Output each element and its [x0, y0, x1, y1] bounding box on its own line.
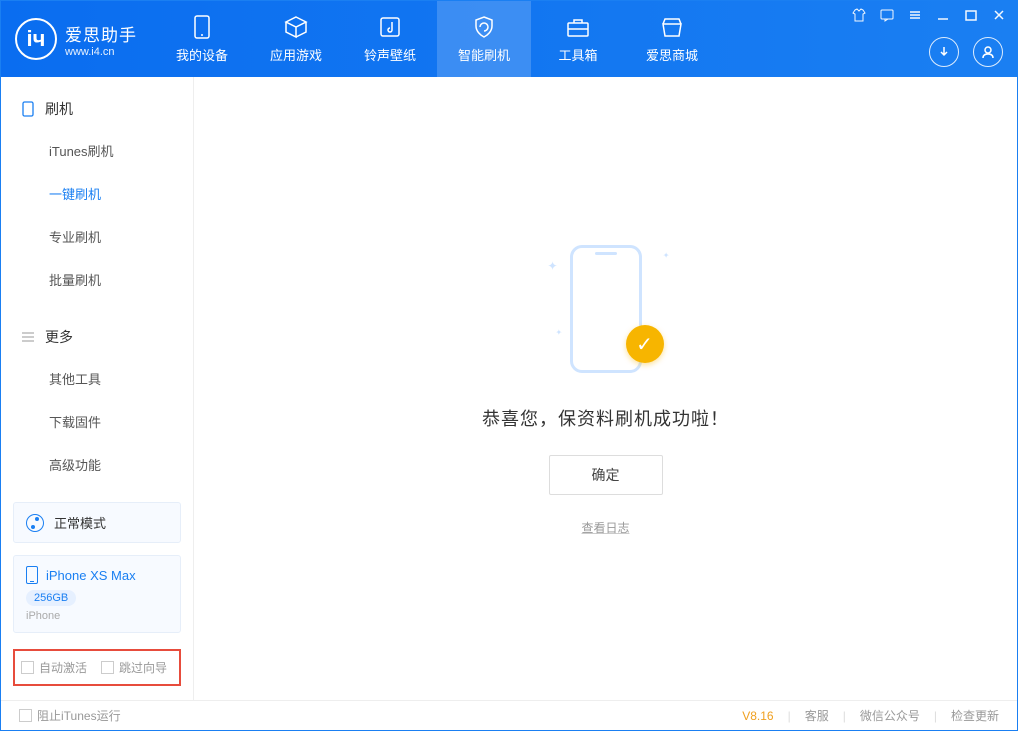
separator: |	[788, 709, 791, 723]
toolbox-icon	[566, 15, 590, 39]
sidebar-item-pro-flash[interactable]: 专业刷机	[1, 215, 193, 258]
phone-small-icon	[21, 102, 35, 116]
music-icon	[378, 15, 402, 39]
check-badge-icon: ✓	[626, 325, 664, 363]
store-icon	[660, 15, 684, 39]
nav-label: 爱思商城	[646, 45, 698, 64]
app-name: 爱思助手	[65, 21, 137, 46]
sidebar: 刷机 iTunes刷机 一键刷机 专业刷机 批量刷机 更多 其他工具 下载固件 …	[1, 77, 194, 700]
minimize-icon[interactable]	[935, 7, 951, 23]
download-button[interactable]	[929, 37, 959, 67]
checkbox-icon	[21, 661, 34, 674]
version-label: V8.16	[742, 709, 773, 723]
footer-link-service[interactable]: 客服	[805, 707, 829, 724]
checkbox-label: 跳过向导	[119, 659, 167, 676]
sidebar-item-download-fw[interactable]: 下载固件	[1, 400, 193, 443]
maximize-icon[interactable]	[963, 7, 979, 23]
device-card[interactable]: iPhone XS Max 256GB iPhone	[13, 555, 181, 633]
app-header: iч 爱思助手 www.i4.cn 我的设备 应用游戏 铃声壁纸 智能刷机 工具…	[1, 1, 1017, 77]
mode-icon	[26, 514, 44, 532]
mode-card[interactable]: 正常模式	[13, 502, 181, 543]
logo-icon: iч	[15, 18, 57, 60]
footer: 阻止iTunes运行 V8.16 | 客服 | 微信公众号 | 检查更新	[1, 700, 1017, 730]
sidebar-section-more: 更多 其他工具 下载固件 高级功能	[1, 305, 193, 490]
nav-store[interactable]: 爱思商城	[625, 1, 719, 77]
shirt-icon[interactable]	[851, 7, 867, 23]
sidebar-item-oneclick-flash[interactable]: 一键刷机	[1, 172, 193, 215]
footer-link-update[interactable]: 检查更新	[951, 707, 999, 724]
nav-tabs: 我的设备 应用游戏 铃声壁纸 智能刷机 工具箱 爱思商城	[155, 1, 719, 77]
sidebar-heading-more: 更多	[1, 321, 193, 357]
nav-my-device[interactable]: 我的设备	[155, 1, 249, 77]
skip-guide-checkbox[interactable]: 跳过向导	[101, 659, 167, 676]
sidebar-section-flash: 刷机 iTunes刷机 一键刷机 专业刷机 批量刷机	[1, 77, 193, 305]
nav-label: 智能刷机	[458, 45, 510, 64]
sidebar-item-itunes-flash[interactable]: iTunes刷机	[1, 129, 193, 172]
device-icon	[190, 15, 214, 39]
checkbox-label: 自动激活	[39, 659, 87, 676]
sidebar-item-advanced[interactable]: 高级功能	[1, 443, 193, 486]
nav-label: 应用游戏	[270, 45, 322, 64]
block-itunes-checkbox[interactable]: 阻止iTunes运行	[19, 707, 121, 724]
nav-apps[interactable]: 应用游戏	[249, 1, 343, 77]
highlighted-checkbox-row: 自动激活 跳过向导	[13, 649, 181, 686]
titlebar-controls	[851, 7, 1007, 23]
checkbox-icon	[101, 661, 114, 674]
footer-right: V8.16 | 客服 | 微信公众号 | 检查更新	[742, 707, 999, 724]
success-message: 恭喜您，保资料刷机成功啦！	[482, 405, 729, 431]
app-url: www.i4.cn	[65, 46, 137, 58]
nav-label: 工具箱	[558, 45, 597, 64]
sidebar-item-batch-flash[interactable]: 批量刷机	[1, 258, 193, 301]
nav-flash[interactable]: 智能刷机	[437, 1, 531, 77]
checkbox-icon	[19, 709, 32, 722]
separator: |	[934, 709, 937, 723]
logo-text: 爱思助手 www.i4.cn	[65, 21, 137, 58]
device-name: iPhone XS Max	[46, 568, 136, 583]
mode-label: 正常模式	[54, 513, 106, 532]
sparkle-icon: ✦	[663, 251, 670, 260]
list-icon	[21, 330, 35, 344]
separator: |	[843, 709, 846, 723]
feedback-icon[interactable]	[879, 7, 895, 23]
nav-label: 铃声壁纸	[364, 45, 416, 64]
checkbox-label: 阻止iTunes运行	[37, 707, 121, 724]
logo-area: iч 爱思助手 www.i4.cn	[1, 1, 155, 77]
sparkle-icon: ✦	[548, 259, 558, 273]
view-log-link[interactable]: 查看日志	[581, 519, 629, 536]
success-illustration: ✦ ✦ ✦ ✓	[546, 241, 666, 381]
app-body: 刷机 iTunes刷机 一键刷机 专业刷机 批量刷机 更多 其他工具 下载固件 …	[1, 77, 1017, 700]
device-storage: 256GB	[26, 590, 76, 606]
section-title: 更多	[45, 327, 73, 347]
header-right-buttons	[929, 37, 1003, 67]
auto-activate-checkbox[interactable]: 自动激活	[21, 659, 87, 676]
footer-link-wechat[interactable]: 微信公众号	[860, 707, 920, 724]
user-button[interactable]	[973, 37, 1003, 67]
sidebar-item-other-tools[interactable]: 其他工具	[1, 357, 193, 400]
cube-icon	[284, 15, 308, 39]
ok-button[interactable]: 确定	[549, 455, 663, 495]
device-type: iPhone	[26, 610, 168, 622]
nav-ringtones[interactable]: 铃声壁纸	[343, 1, 437, 77]
refresh-shield-icon	[472, 15, 496, 39]
sparkle-icon: ✦	[556, 328, 563, 337]
sidebar-heading-flash: 刷机	[1, 93, 193, 129]
section-title: 刷机	[45, 99, 73, 119]
device-phone-icon	[26, 566, 38, 584]
close-icon[interactable]	[991, 7, 1007, 23]
device-name-row: iPhone XS Max	[26, 566, 168, 584]
menu-icon[interactable]	[907, 7, 923, 23]
nav-label: 我的设备	[176, 45, 228, 64]
main-content: ✦ ✦ ✦ ✓ 恭喜您，保资料刷机成功啦！ 确定 查看日志	[194, 77, 1017, 700]
nav-toolbox[interactable]: 工具箱	[531, 1, 625, 77]
